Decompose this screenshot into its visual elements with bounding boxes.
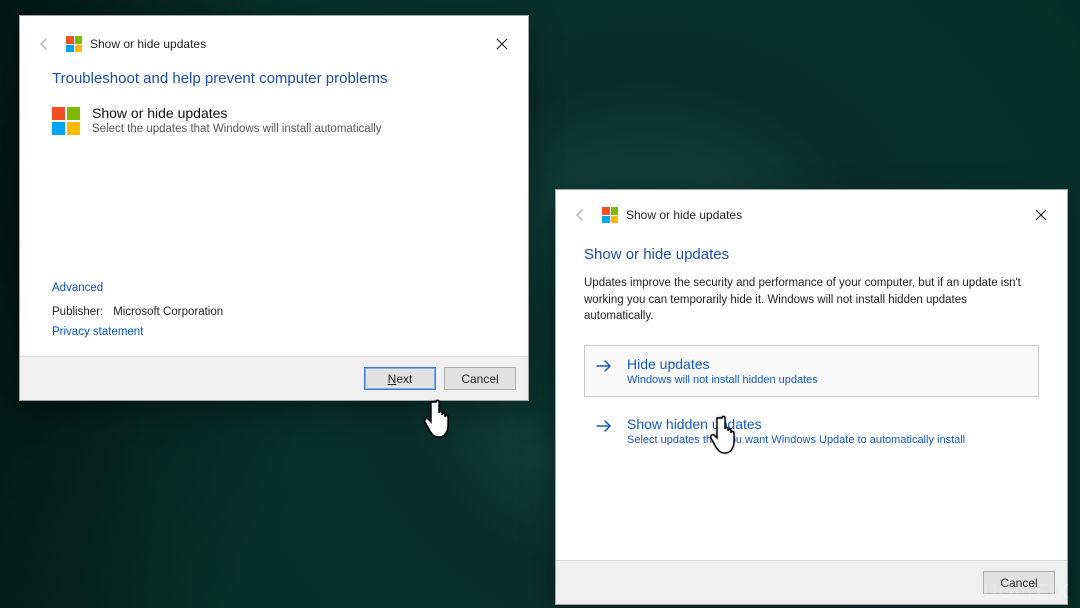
option-title: Show hidden updates [627, 416, 965, 432]
body-paragraph: Updates improve the security and perform… [584, 275, 1039, 325]
option-description: Select updates that you want Windows Upd… [627, 434, 965, 446]
windows-logo-icon [66, 36, 82, 52]
close-icon[interactable] [482, 29, 522, 59]
watermark: UGᴇᴛFIX [983, 581, 1070, 604]
metadata-block: Advanced Publisher: Microsoft Corporatio… [52, 282, 496, 338]
option-hide-updates[interactable]: Hide updates Windows will not install hi… [584, 345, 1039, 397]
troubleshooter-dialog-initial: Show or hide updates Troubleshoot and he… [19, 15, 529, 401]
option-title: Hide updates [627, 356, 818, 372]
option-show-hidden-updates[interactable]: Show hidden updates Select updates that … [584, 405, 1039, 457]
windows-logo-icon [52, 107, 80, 135]
dialog-body: Show or hide updates Updates improve the… [556, 236, 1067, 457]
window-title: Show or hide updates [626, 208, 742, 222]
troubleshooter-dialog-options: Show or hide updates Show or hide update… [555, 189, 1068, 605]
tool-row: Show or hide updates Select the updates … [52, 105, 496, 135]
windows-logo-icon [602, 207, 618, 223]
window-title: Show or hide updates [90, 37, 206, 51]
dialog-body: Troubleshoot and help prevent computer p… [20, 66, 528, 135]
titlebar: Show or hide updates [20, 16, 528, 66]
titlebar: Show or hide updates [556, 190, 1067, 236]
tool-title: Show or hide updates [92, 105, 382, 121]
next-button[interactable]: Next [364, 367, 436, 390]
publisher-value: Microsoft Corporation [113, 306, 223, 318]
page-heading: Troubleshoot and help prevent computer p… [52, 70, 496, 87]
privacy-link[interactable]: Privacy statement [52, 326, 496, 338]
cancel-button[interactable]: Cancel [444, 367, 516, 390]
publisher-row: Publisher: Microsoft Corporation [52, 306, 496, 318]
close-icon[interactable] [1021, 200, 1061, 230]
page-heading: Show or hide updates [584, 246, 1039, 263]
back-arrow-icon[interactable] [568, 203, 592, 227]
option-description: Windows will not install hidden updates [627, 374, 818, 386]
arrow-right-icon [595, 416, 615, 446]
advanced-link[interactable]: Advanced [52, 282, 496, 294]
tool-description: Select the updates that Windows will ins… [92, 123, 382, 135]
back-arrow-icon[interactable] [32, 32, 56, 56]
publisher-label: Publisher: [52, 306, 110, 318]
arrow-right-icon [595, 356, 615, 386]
dialog-footer: Next Cancel [20, 356, 528, 400]
cursor-hand-icon [422, 396, 456, 440]
